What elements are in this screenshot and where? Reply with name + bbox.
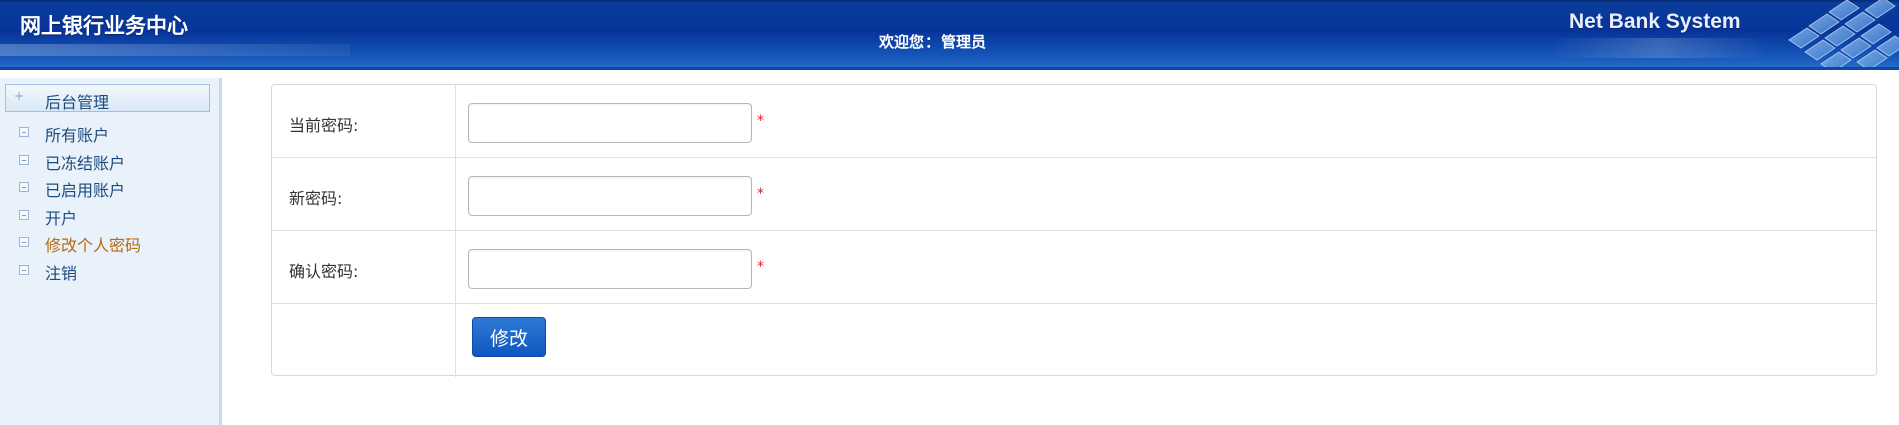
plus-icon: + xyxy=(14,89,25,103)
keyboard-decoration-icon xyxy=(1788,0,1899,70)
sidebar-item-label: 注销 xyxy=(45,263,78,283)
sidebar-menu: 所有账户 已冻结账户 已启用账户 开户 修改个人密码 注销 xyxy=(0,120,220,285)
label-cell: 当前密码: xyxy=(272,85,456,157)
sidebar-item-label: 已冻结账户 xyxy=(45,153,126,173)
sidebar-item-all-accounts[interactable]: 所有账户 xyxy=(0,120,220,148)
sidebar-item-frozen-accounts[interactable]: 已冻结账户 xyxy=(0,148,220,176)
sidebar-item-label: 开户 xyxy=(45,208,78,228)
collapse-box-icon xyxy=(19,154,29,165)
collapse-box-icon xyxy=(19,237,29,247)
confirm-password-label: 确认密码: xyxy=(289,262,359,281)
modify-button[interactable]: 修改 xyxy=(472,317,546,357)
new-password-label: 新密码: xyxy=(289,189,343,208)
label-cell xyxy=(272,304,456,377)
sidebar-item-label: 修改个人密码 xyxy=(45,236,142,255)
required-mark: * xyxy=(757,259,764,275)
sidebar-section-header[interactable]: + 后台管理 xyxy=(5,84,210,112)
required-mark: * xyxy=(757,113,764,129)
current-password-input[interactable] xyxy=(468,103,752,143)
form-row-confirm-password: 确认密码: * xyxy=(272,231,1876,304)
label-cell: 确认密码: xyxy=(272,231,456,303)
top-header: 网上银行业务中心 欢迎您：管理员 Net Bank System xyxy=(0,0,1899,70)
change-password-form: 当前密码: * 新密码: * 确认密码: * 修改 xyxy=(271,84,1877,377)
header-top-line xyxy=(0,0,1899,2)
welcome-separator: ： xyxy=(925,33,941,51)
sidebar-section-title: 后台管理 xyxy=(45,93,110,112)
current-password-label: 当前密码: xyxy=(289,116,359,135)
collapse-box-icon xyxy=(19,127,29,137)
sidebar-item-enabled-accounts[interactable]: 已启用账户 xyxy=(0,175,220,203)
system-name-highlight xyxy=(1549,38,1769,58)
form-row-new-password: 新密码: * xyxy=(272,158,1876,231)
system-name: Net Bank System xyxy=(1569,10,1741,33)
sidebar: + 后台管理 所有账户 已冻结账户 已启用账户 开户 修改个人密码 注销 xyxy=(0,78,222,425)
header-bottom-line xyxy=(0,67,1899,70)
app-title: 网上银行业务中心 xyxy=(20,14,188,38)
new-password-input[interactable] xyxy=(468,176,752,216)
sidebar-item-label: 已启用账户 xyxy=(45,181,126,200)
form-row-actions: 修改 xyxy=(272,304,1876,377)
required-mark: * xyxy=(757,186,764,202)
welcome-prefix: 欢迎您 xyxy=(879,33,925,51)
collapse-box-icon xyxy=(19,182,29,192)
welcome-message: 欢迎您：管理员 xyxy=(879,31,986,52)
collapse-box-icon xyxy=(19,209,29,220)
form-row-current-password: 当前密码: * xyxy=(272,85,1876,158)
confirm-password-input[interactable] xyxy=(468,249,752,289)
brand-highlight xyxy=(0,44,350,56)
sidebar-item-logout[interactable]: 注销 xyxy=(0,258,220,286)
collapse-box-icon xyxy=(19,264,29,275)
current-user: 管理员 xyxy=(941,33,987,51)
sidebar-item-label: 所有账户 xyxy=(45,126,110,145)
sidebar-item-open-account[interactable]: 开户 xyxy=(0,203,220,231)
sidebar-item-change-password[interactable]: 修改个人密码 xyxy=(0,230,220,258)
label-cell: 新密码: xyxy=(272,158,456,230)
